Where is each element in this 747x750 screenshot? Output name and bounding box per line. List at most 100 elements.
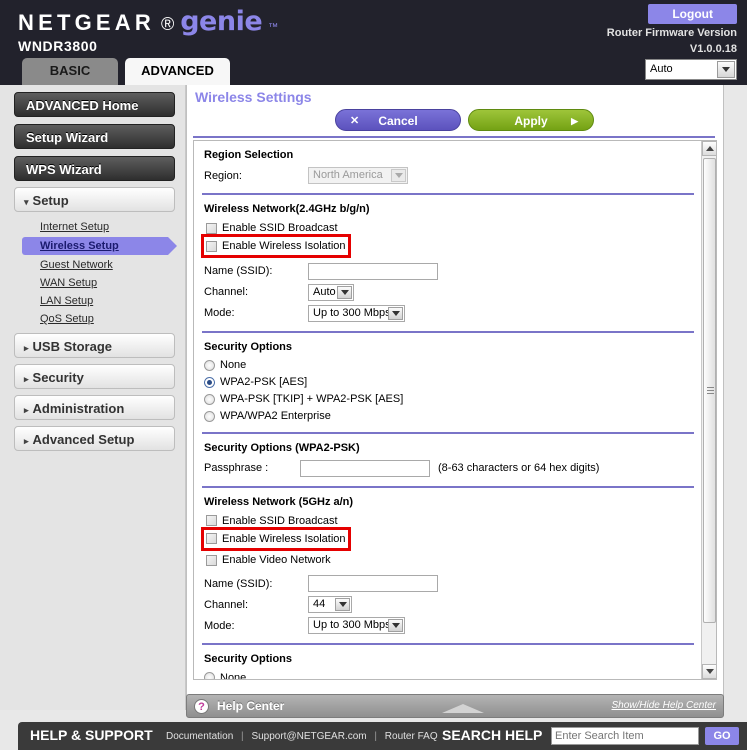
apply-button-label: Apply: [514, 114, 548, 128]
security24-passphrase-input[interactable]: [300, 459, 430, 477]
security24-option-mixed-label: WPA-PSK [TKIP] + WPA2-PSK [AES]: [220, 393, 404, 405]
security5-option-none[interactable]: None: [204, 669, 696, 679]
net24-channel-row: Channel: Auto: [204, 282, 696, 303]
net24-channel-select[interactable]: Auto: [308, 283, 354, 301]
chevron-right-icon: ▸: [24, 374, 29, 384]
sidebar-group-administration-label: Administration: [32, 401, 125, 416]
net5-channel-value: 44: [313, 598, 326, 610]
settings-scroll-area: Region Selection Region: North America W…: [193, 140, 717, 680]
net24-ssid-broadcast-checkbox[interactable]: [206, 222, 217, 234]
footer-link-support-email[interactable]: Support@NETGEAR.com: [251, 731, 366, 742]
sidebar-item-advanced-home[interactable]: ADVANCED Home: [14, 92, 175, 117]
region-select[interactable]: North America: [308, 167, 408, 184]
net24-wireless-isolation-checkbox[interactable]: [206, 240, 217, 252]
sidebar-group-administration[interactable]: ▸ Administration: [14, 395, 175, 420]
apply-button[interactable]: Apply ▶: [468, 109, 594, 131]
region-label: Region:: [204, 169, 242, 182]
sidebar-item-lan-setup[interactable]: LAN Setup: [40, 293, 185, 309]
net5-channel-select[interactable]: 44: [308, 596, 352, 613]
footer-links: Documentation | Support@NETGEAR.com | Ro…: [166, 731, 438, 742]
net24-mode-select[interactable]: Up to 300 Mbps: [308, 304, 405, 322]
help-center-bar[interactable]: ? Help Center Show/Hide Help Center: [186, 694, 724, 718]
footer-link-router-faq[interactable]: Router FAQ: [385, 731, 438, 742]
security24-psk-heading: Security Options (WPA2-PSK): [204, 441, 360, 454]
logout-button[interactable]: Logout: [648, 4, 737, 24]
security24-passphrase-hint: (8-63 characters or 64 hex digits): [438, 462, 600, 474]
firmware-version-label: Router Firmware Version: [606, 27, 737, 39]
title-divider: [193, 136, 715, 138]
sidebar-group-usb-storage[interactable]: ▸ USB Storage: [14, 333, 175, 358]
chevron-up-icon[interactable]: [442, 704, 484, 713]
net24-ssid-input[interactable]: [308, 262, 438, 280]
net5-wireless-isolation-label: Enable Wireless Isolation: [222, 532, 346, 545]
radio-icon[interactable]: [204, 672, 215, 679]
security24-passphrase-row: Passphrase : (8-63 characters or 64 hex …: [204, 458, 696, 479]
language-select[interactable]: Auto: [645, 59, 737, 80]
cancel-button[interactable]: ✕ Cancel: [335, 109, 461, 131]
section-divider: [202, 330, 694, 333]
scrollbar-thumb[interactable]: [703, 158, 716, 623]
search-help-input[interactable]: [551, 727, 699, 745]
net5-wireless-isolation-row: Enable Wireless Isolation: [201, 526, 351, 551]
net5-video-network-checkbox[interactable]: [206, 554, 217, 566]
tab-basic[interactable]: BASIC: [22, 58, 118, 85]
sidebar-nav: ADVANCED Home Setup Wizard WPS Wizard ▾ S…: [0, 85, 186, 710]
tab-advanced[interactable]: ADVANCED: [125, 58, 230, 85]
search-help-title: SEARCH HELP: [442, 727, 543, 743]
net24-heading: Wireless Network(2.4GHz b/g/n): [204, 203, 370, 215]
security24-option-wpa2psk[interactable]: WPA2-PSK [AES]: [204, 374, 696, 391]
sidebar-setup-sublist: Internet Setup Wireless Setup Guest Netw…: [22, 219, 185, 327]
search-go-button[interactable]: GO: [705, 727, 739, 745]
vertical-scrollbar[interactable]: [701, 141, 716, 679]
settings-content: Region Selection Region: North America W…: [194, 141, 702, 679]
sidebar-group-usb-storage-label: USB Storage: [32, 339, 112, 354]
help-center-toggle-link[interactable]: Show/Hide Help Center: [612, 700, 717, 711]
sidebar-item-qos-setup[interactable]: QoS Setup: [40, 311, 185, 327]
cancel-button-label: Cancel: [378, 114, 418, 128]
security24-option-enterprise[interactable]: WPA/WPA2 Enterprise: [204, 408, 696, 425]
chevron-down-icon: [717, 61, 735, 78]
radio-selected-icon[interactable]: [204, 376, 215, 388]
net24-mode-label: Mode:: [204, 307, 235, 319]
net24-channel-value: Auto: [313, 285, 336, 298]
net5-ssid-broadcast-label: Enable SSID Broadcast: [222, 514, 338, 527]
chevron-down-icon: [391, 169, 406, 182]
tab-strip: BASIC ADVANCED Auto: [0, 55, 747, 85]
sidebar-group-security[interactable]: ▸ Security: [14, 364, 175, 389]
radio-icon[interactable]: [204, 359, 215, 371]
sidebar-item-wan-setup[interactable]: WAN Setup: [40, 275, 185, 291]
chevron-down-icon: [337, 285, 352, 299]
language-select-value: Auto: [650, 63, 673, 75]
security24-option-mixed[interactable]: WPA-PSK [TKIP] + WPA2-PSK [AES]: [204, 391, 696, 408]
radio-icon[interactable]: [204, 410, 215, 422]
sidebar-item-wps-wizard[interactable]: WPS Wizard: [14, 156, 175, 181]
chevron-right-icon: ▸: [24, 405, 29, 415]
sidebar-item-guest-network[interactable]: Guest Network: [40, 257, 185, 273]
security5-heading: Security Options: [204, 653, 293, 665]
security24-option-none[interactable]: None: [204, 357, 696, 374]
net5-mode-select[interactable]: Up to 300 Mbps: [308, 617, 405, 634]
net5-ssid-row: Name (SSID):: [204, 573, 696, 594]
sidebar-item-setup-wizard[interactable]: Setup Wizard: [14, 124, 175, 149]
net5-ssid-input[interactable]: [308, 575, 438, 592]
brand-logo: NETGEAR ® genie ™ WNDR3800: [18, 6, 278, 54]
sidebar-group-advanced-setup-label: Advanced Setup: [32, 432, 135, 447]
sidebar-group-setup-label: Setup: [32, 193, 69, 208]
net5-ssid-broadcast-row: Enable SSID Broadcast: [206, 512, 696, 530]
sidebar-group-security-label: Security: [32, 370, 84, 385]
scroll-down-button[interactable]: [702, 664, 716, 679]
scroll-up-button[interactable]: [702, 141, 716, 156]
sidebar-group-advanced-setup[interactable]: ▸ Advanced Setup: [14, 426, 175, 451]
net24-ssid-broadcast-label: Enable SSID Broadcast: [222, 222, 338, 234]
net24-mode-value: Up to 300 Mbps: [313, 306, 391, 319]
sidebar-group-setup[interactable]: ▾ Setup: [14, 187, 175, 212]
footer-link-documentation[interactable]: Documentation: [166, 731, 233, 742]
help-support-title: HELP & SUPPORT: [30, 727, 153, 743]
security24-option-none-label: None: [220, 359, 247, 371]
region-row: Region: North America: [204, 165, 696, 186]
sidebar-item-wireless-setup[interactable]: Wireless Setup: [22, 237, 177, 255]
radio-icon[interactable]: [204, 393, 215, 405]
net5-wireless-isolation-checkbox[interactable]: [206, 533, 217, 544]
sidebar-item-internet-setup[interactable]: Internet Setup: [40, 219, 185, 235]
net5-ssid-broadcast-checkbox[interactable]: [206, 515, 217, 526]
